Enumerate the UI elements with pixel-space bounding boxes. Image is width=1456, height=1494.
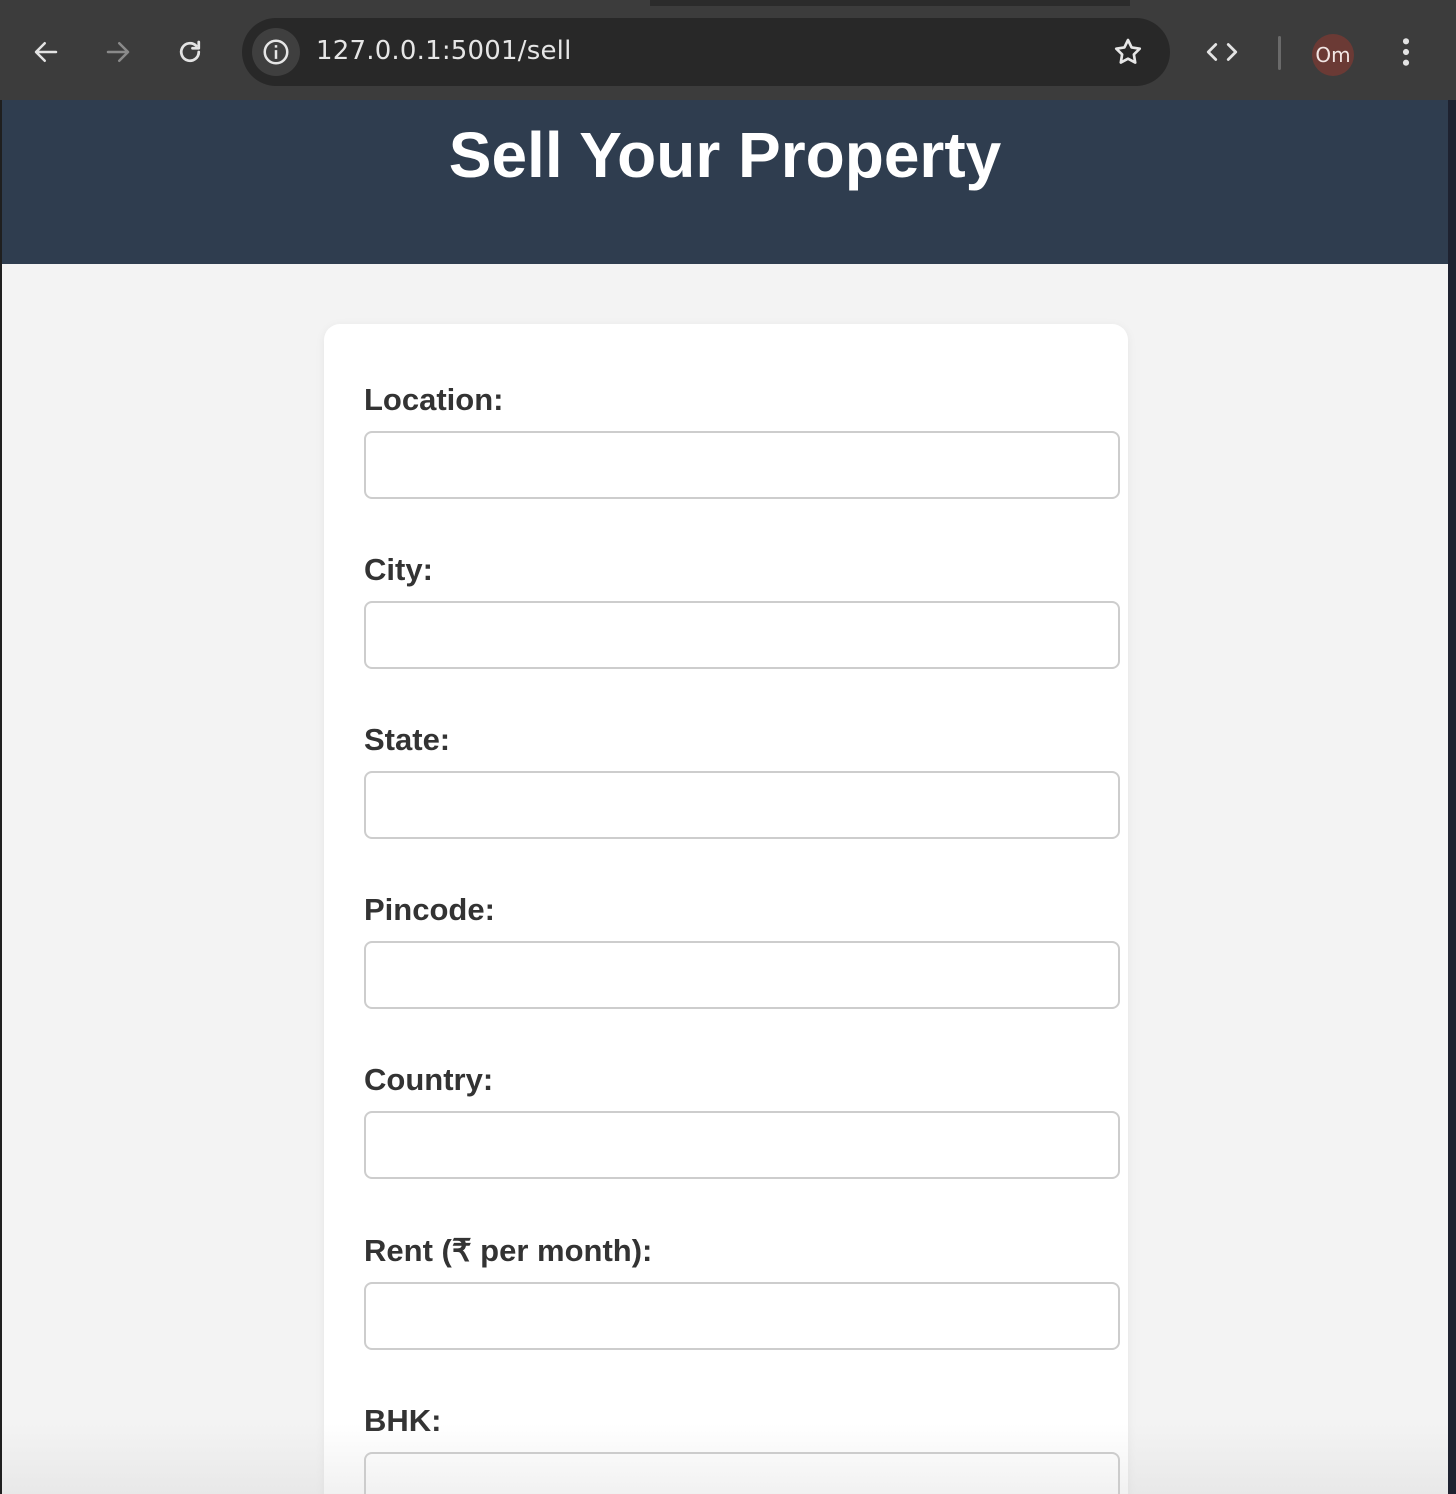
site-info-button[interactable]	[252, 28, 300, 76]
location-label: Location:	[364, 382, 504, 417]
browser-menu-button[interactable]	[1384, 30, 1428, 74]
location-input[interactable]	[364, 431, 1120, 499]
url-text[interactable]: 127.0.0.1:5001/sell	[316, 36, 572, 66]
browser-toolbar: 127.0.0.1:5001/sell Om	[0, 6, 1456, 100]
code-icon	[1206, 43, 1238, 61]
profile-avatar[interactable]: Om	[1312, 34, 1354, 76]
arrow-right-icon	[106, 42, 130, 62]
rent-input[interactable]	[364, 1282, 1120, 1350]
pincode-input[interactable]	[364, 941, 1120, 1009]
page-viewport: Sell Your Property Location: City: State…	[2, 100, 1448, 1494]
state-label: State:	[364, 722, 451, 757]
page-title: Sell Your Property	[448, 119, 1002, 191]
star-icon	[1114, 38, 1142, 64]
country-input[interactable]	[364, 1111, 1120, 1179]
bhk-label: BHK:	[364, 1403, 442, 1438]
info-icon	[263, 39, 289, 65]
city-input[interactable]	[364, 601, 1120, 669]
forward-button[interactable]	[96, 30, 140, 74]
back-button[interactable]	[24, 30, 68, 74]
reload-icon	[179, 40, 201, 63]
kebab-menu-icon	[1402, 38, 1410, 66]
bhk-input[interactable]	[364, 1452, 1120, 1494]
pincode-label: Pincode:	[364, 892, 495, 927]
devtools-button[interactable]	[1200, 30, 1244, 74]
reload-button[interactable]	[168, 30, 212, 74]
country-label: Country:	[364, 1062, 494, 1097]
browser-window: 127.0.0.1:5001/sell Om Sell Your Propert…	[0, 0, 1456, 1494]
bookmark-button[interactable]	[1108, 32, 1148, 72]
city-label: City:	[364, 552, 433, 587]
rent-label: Rent (₹ per month):	[364, 1233, 653, 1268]
address-bar[interactable]: 127.0.0.1:5001/sell	[242, 18, 1170, 86]
arrow-left-icon	[34, 42, 58, 62]
state-input[interactable]	[364, 771, 1120, 839]
window-edge	[1448, 100, 1456, 1494]
sell-property-form: Location: City: State: Pincode: Country:…	[324, 324, 1128, 1494]
page-header: Sell Your Property	[2, 100, 1448, 264]
toolbar-separator	[1278, 36, 1281, 70]
